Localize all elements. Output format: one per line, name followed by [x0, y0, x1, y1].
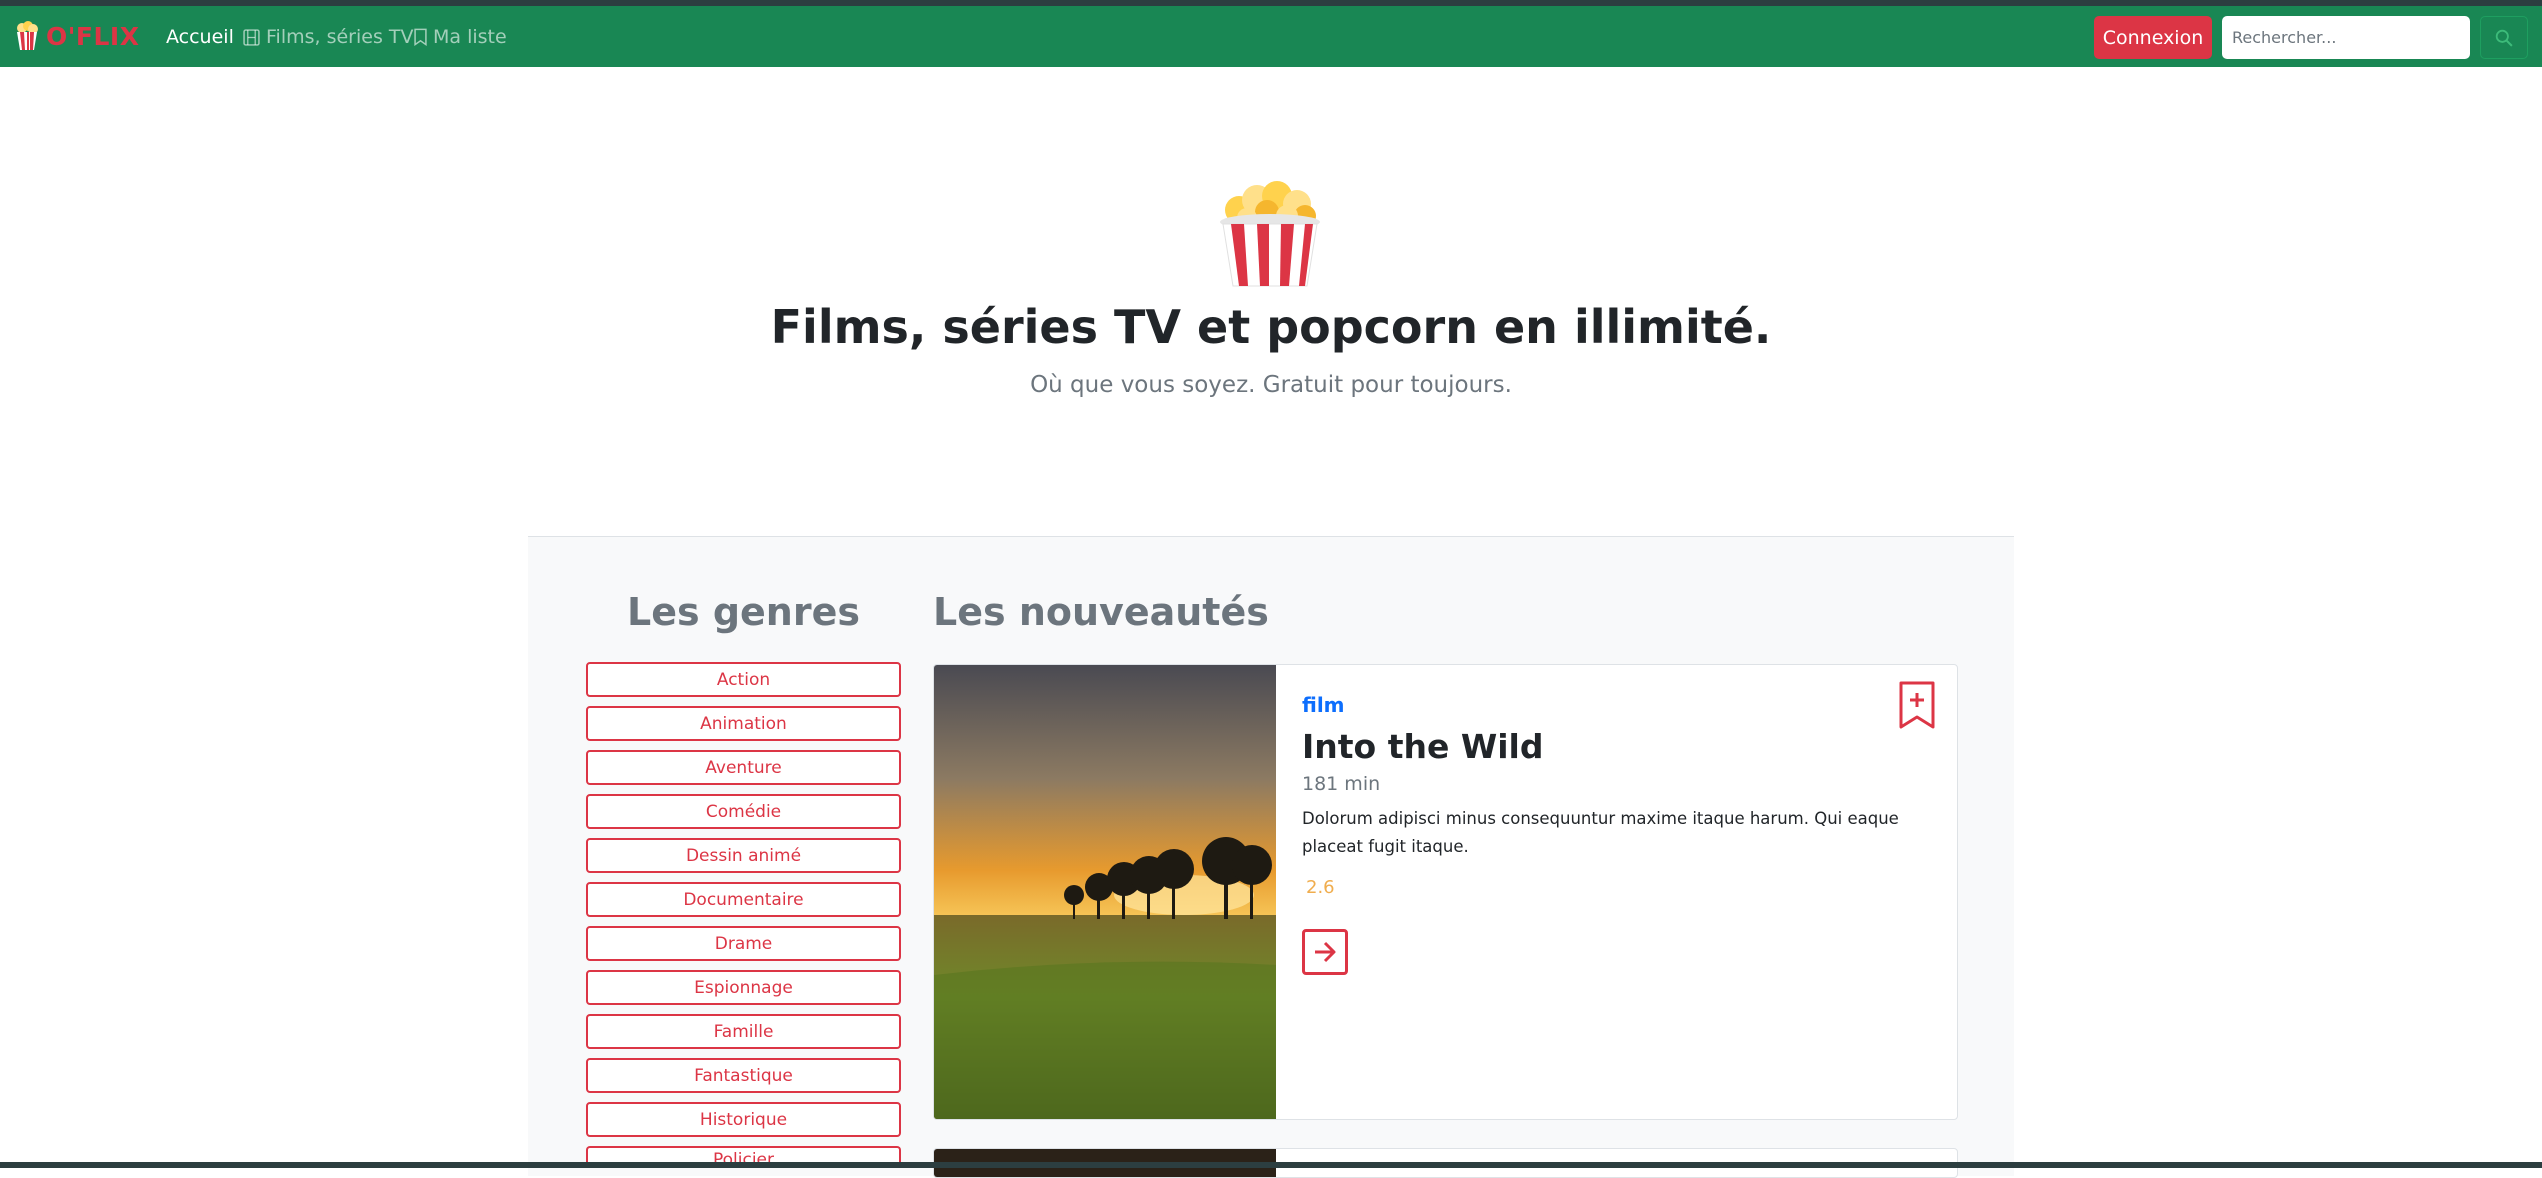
genre-button-historique[interactable]: Historique	[586, 1102, 901, 1137]
hero-title: Films, séries TV et popcorn en illimité.	[770, 300, 1772, 354]
nav-link-label: Accueil	[166, 26, 234, 48]
nav-link-films-series[interactable]: Films, séries TV	[243, 25, 414, 49]
arrow-right-icon	[1315, 941, 1336, 963]
search-icon	[2495, 29, 2513, 47]
movie-card: film Into the Wild 181 min Dolorum adipi…	[933, 664, 1958, 1120]
genre-button-dessin-anime[interactable]: Dessin animé	[586, 838, 901, 873]
film-icon	[243, 28, 260, 46]
genre-button-comedie[interactable]: Comédie	[586, 794, 901, 829]
nav-link-accueil[interactable]: Accueil	[166, 25, 234, 49]
genre-button-aventure[interactable]: Aventure	[586, 750, 901, 785]
popcorn-icon	[17, 21, 38, 50]
genre-button-famille[interactable]: Famille	[586, 1014, 901, 1049]
card-details-button[interactable]	[1302, 929, 1348, 975]
card-duration: 181 min	[1302, 773, 1381, 795]
window-bottom-strip	[0, 1162, 2542, 1168]
card-description: Dolorum adipisci minus consequuntur maxi…	[1302, 809, 1899, 856]
genre-button-fantastique[interactable]: Fantastique	[586, 1058, 901, 1093]
brand-name: O'FLIX	[46, 21, 140, 51]
popcorn-icon	[1220, 181, 1320, 287]
genre-button-action[interactable]: Action	[586, 662, 901, 697]
nav-link-label: Films, séries TV	[266, 26, 414, 48]
nav-link-label: Ma liste	[433, 26, 507, 48]
card-type-label: film	[1302, 693, 1345, 717]
genres-title: Les genres	[627, 590, 860, 634]
nav-link-ma-liste[interactable]: Ma liste	[414, 25, 507, 49]
login-button[interactable]: Connexion	[2094, 16, 2212, 59]
navbar: O'FLIX Accueil Films, séries TV Ma liste…	[0, 6, 2542, 67]
card-title: Into the Wild	[1302, 727, 1544, 766]
hero-subtitle: Où que vous soyez. Gratuit pour toujours…	[1030, 372, 1512, 398]
bookmark-plus-icon[interactable]	[1899, 681, 1935, 729]
news-title: Les nouveautés	[933, 590, 1269, 634]
search-input[interactable]	[2222, 16, 2470, 59]
genre-button-drame[interactable]: Drame	[586, 926, 901, 961]
genre-button-espionnage[interactable]: Espionnage	[586, 970, 901, 1005]
card-rating: 2.6	[1306, 877, 1335, 898]
brand-logo[interactable]: O'FLIX	[14, 19, 140, 53]
movie-poster	[934, 665, 1276, 1119]
genre-button-documentaire[interactable]: Documentaire	[586, 882, 901, 917]
search-button[interactable]	[2480, 16, 2528, 59]
bookmark-icon	[414, 28, 427, 46]
genre-button-animation[interactable]: Animation	[586, 706, 901, 741]
